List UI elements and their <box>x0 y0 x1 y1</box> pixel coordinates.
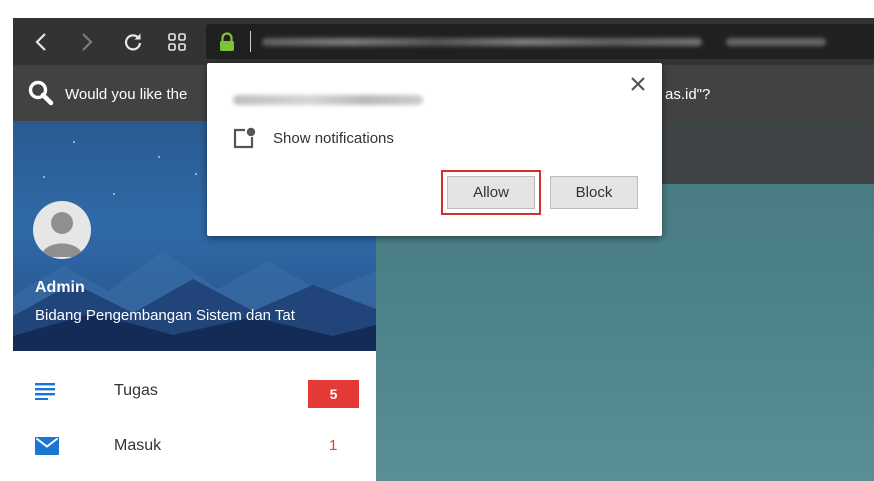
sidebar-item-label: Masuk <box>114 437 162 454</box>
mail-icon <box>35 437 59 455</box>
user-name: Admin <box>35 279 85 296</box>
site-name-redacted <box>233 95 423 105</box>
allow-button[interactable]: Allow <box>447 176 535 209</box>
url-text-redacted-tail <box>726 38 826 46</box>
list-icon <box>35 383 55 400</box>
reload-button[interactable] <box>117 26 149 58</box>
reload-icon <box>124 33 142 51</box>
notification-permission-popup: Show notifications Allow Block <box>207 63 662 236</box>
infobar-message: Would you like the <box>65 86 188 103</box>
sidebar-item-masuk[interactable]: Masuk 1 <box>13 419 376 473</box>
avatar[interactable] <box>33 201 91 259</box>
chevron-left-icon <box>35 33 46 51</box>
apps-grid-icon <box>168 33 186 51</box>
notification-icon <box>233 127 256 149</box>
apps-button[interactable] <box>161 26 193 58</box>
count-badge: 5 <box>308 380 359 408</box>
star-decoration <box>43 176 45 178</box>
close-icon[interactable] <box>630 76 646 92</box>
chevron-right-icon <box>82 33 93 51</box>
block-button[interactable]: Block <box>550 176 638 209</box>
unread-count: 1 <box>329 437 338 454</box>
back-button[interactable] <box>25 26 57 58</box>
permission-text: Show notifications <box>273 130 394 147</box>
url-text-redacted <box>262 38 702 46</box>
sidebar-item-label: Tugas <box>114 382 158 399</box>
lock-icon[interactable] <box>218 32 236 52</box>
user-unit: Bidang Pengembangan Sistem dan Tat <box>35 307 295 324</box>
user-icon <box>41 212 83 257</box>
browser-toolbar <box>13 18 874 65</box>
forward-button[interactable] <box>71 26 103 58</box>
star-decoration <box>113 193 115 195</box>
address-bar[interactable] <box>206 24 874 59</box>
star-decoration <box>158 156 160 158</box>
sidebar-item-tugas[interactable]: Tugas 5 <box>13 364 376 418</box>
infobar-message-end: as.id"? <box>665 86 711 103</box>
star-decoration <box>195 173 197 175</box>
search-icon <box>28 80 54 106</box>
url-caret <box>250 31 251 52</box>
star-decoration <box>73 141 75 143</box>
